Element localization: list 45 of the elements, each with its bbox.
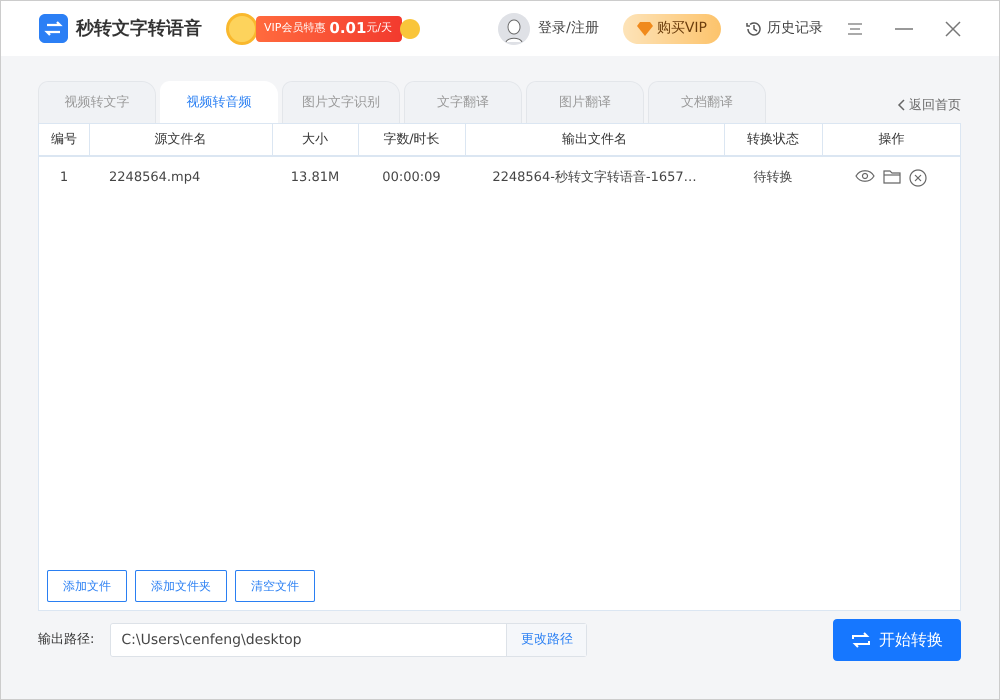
tab[interactable]: 图片文字识别 [282,81,400,123]
column-header: 字数/时长 [358,124,465,156]
delete-icon[interactable] [909,168,927,186]
tab[interactable]: 图片翻译 [526,81,644,123]
minimize-icon[interactable] [895,28,913,30]
convert-icon [851,631,871,649]
table-cell: 13.81M [272,156,358,198]
history-icon [745,20,763,38]
eye-icon[interactable] [855,168,875,182]
column-header: 编号 [39,124,89,156]
column-header: 大小 [272,124,358,156]
chevron-left-icon [897,99,905,112]
file-button[interactable]: 添加文件 [47,570,127,602]
close-icon[interactable] [945,20,961,36]
app-title: 秒转文字转语音 [76,17,202,41]
output-path-field[interactable]: C:\Users\cenfeng\desktop 更改路径 [110,623,588,657]
tab[interactable]: 文档翻译 [648,81,766,123]
coin-icon [226,12,258,44]
menu-icon[interactable] [847,22,863,36]
file-button[interactable]: 清空文件 [235,570,315,602]
tab[interactable]: 视频转音频 [160,81,278,123]
buy-vip-button[interactable]: 购买VIP [622,14,721,44]
file-button[interactable]: 添加文件夹 [135,570,227,602]
change-path-button[interactable]: 更改路径 [506,624,586,656]
login-link[interactable]: 登录/注册 [538,18,599,39]
output-path-label: 输出路径: [38,631,94,650]
history-button[interactable]: 历史记录 [745,18,823,39]
column-header: 输出文件名 [465,124,724,156]
table-cell: 待转换 [724,156,822,198]
table-cell: 00:00:09 [358,156,465,198]
column-header: 源文件名 [89,124,272,156]
back-home-link[interactable]: 返回首页 [897,96,961,115]
column-header: 操作 [822,124,960,156]
tab[interactable]: 文字翻译 [404,81,522,123]
table-cell: 2248564-秒转文字转语音-1657… [465,156,724,198]
start-convert-button[interactable]: 开始转换 [833,619,961,661]
column-header: 转换状态 [724,124,822,156]
table-cell: 2248564.mp4 [89,156,272,198]
promo-banner[interactable]: VIP会员特惠 0.01元/天 [256,16,402,42]
table-cell: 1 [39,156,89,198]
tab[interactable]: 视频转文字 [38,81,156,123]
logo-icon [39,14,68,43]
folder-icon[interactable] [883,168,901,184]
coin-icon [400,18,420,38]
diamond-icon [636,22,653,36]
